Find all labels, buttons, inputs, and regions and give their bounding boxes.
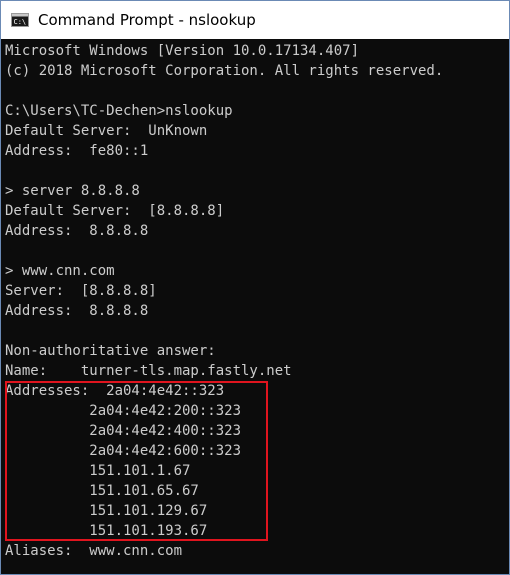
console-line: Address: 8.8.8.8: [5, 223, 149, 239]
window-title: Command Prompt - nslookup: [38, 11, 256, 29]
console-line: 151.101.193.67: [5, 523, 208, 539]
title-bar[interactable]: C:\ Command Prompt - nslookup: [1, 1, 509, 39]
console-line: > www.cnn.com: [5, 263, 115, 279]
console-line: Non-authoritative answer:: [5, 343, 216, 359]
console-line: Address: 8.8.8.8: [5, 303, 149, 319]
console-line: 151.101.1.67: [5, 463, 191, 479]
console-line: Default Server: [8.8.8.8]: [5, 203, 225, 219]
console-line: Server: [8.8.8.8]: [5, 283, 157, 299]
console-line: (c) 2018 Microsoft Corporation. All righ…: [5, 63, 444, 79]
cmd-icon: C:\: [11, 13, 29, 27]
console-line: Addresses: 2a04:4e42::323: [5, 383, 225, 399]
console-line: Aliases: www.cnn.com: [5, 543, 183, 559]
console-line: 2a04:4e42:200::323: [5, 403, 242, 419]
console-output[interactable]: Microsoft Windows [Version 10.0.17134.40…: [1, 39, 509, 574]
console-line: > server 8.8.8.8: [5, 183, 140, 199]
console-line: 151.101.65.67: [5, 483, 199, 499]
console-line: 2a04:4e42:400::323: [5, 423, 242, 439]
console-line: Microsoft Windows [Version 10.0.17134.40…: [5, 43, 360, 59]
console-lines: Microsoft Windows [Version 10.0.17134.40…: [5, 41, 443, 561]
svg-text:C:\: C:\: [14, 18, 27, 26]
console-line: Default Server: UnKnown: [5, 123, 208, 139]
command-prompt-window: C:\ Command Prompt - nslookup Microsoft …: [0, 0, 510, 575]
console-line: C:\Users\TC-Dechen>nslookup: [5, 103, 233, 119]
console-line: Address: fe80::1: [5, 143, 149, 159]
console-line: 151.101.129.67: [5, 503, 208, 519]
console-line: 2a04:4e42:600::323: [5, 443, 242, 459]
console-line: Name: turner-tls.map.fastly.net: [5, 363, 292, 379]
